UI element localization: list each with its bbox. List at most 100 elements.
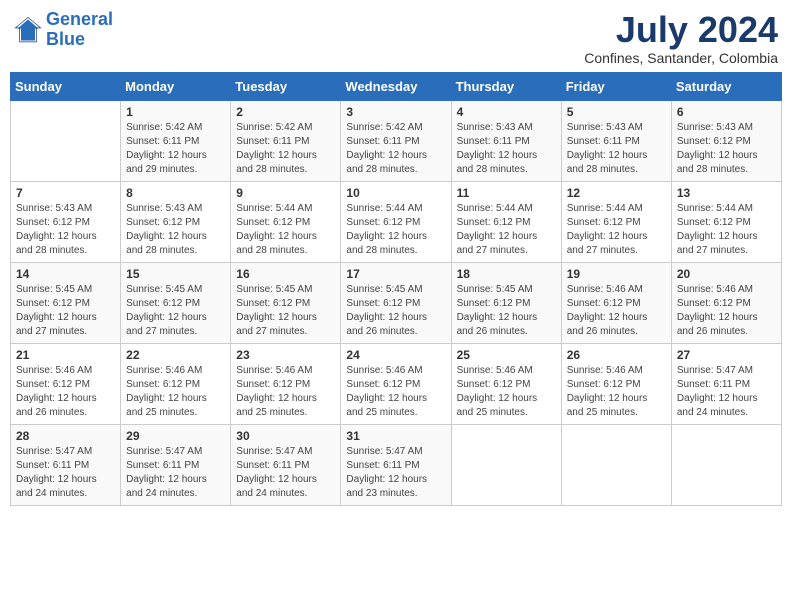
day-info: Sunrise: 5:44 AM Sunset: 6:12 PM Dayligh… — [457, 202, 556, 258]
day-number: 23 — [236, 348, 335, 362]
day-number: 9 — [236, 186, 335, 200]
calendar-cell: 4Sunrise: 5:43 AM Sunset: 6:11 PM Daylig… — [451, 100, 561, 181]
calendar-cell: 19 Sunrise: 5:46 AM Sunset: 6:12 PM Dayli… — [561, 262, 671, 343]
day-info: Sunrise: 5:46 AM Sunset: 6:12 PM Dayligh… — [567, 283, 666, 339]
calendar-cell: 28 Sunrise: 5:47 AM Sunset: 6:11 PM Dayli… — [11, 424, 121, 505]
day-number: 29 — [126, 429, 225, 443]
calendar-cell: 5 Sunrise: 5:43 AM Sunset: 6:11 PM Daylig… — [561, 100, 671, 181]
day-number: 31 — [346, 429, 445, 443]
logo-icon — [14, 16, 42, 44]
calendar-cell: 3 Sunrise: 5:42 AM Sunset: 6:11 PM Daylig… — [341, 100, 451, 181]
calendar-week-row: 28 Sunrise: 5:47 AM Sunset: 6:11 PM Dayli… — [11, 424, 782, 505]
calendar-cell: 9Sunrise: 5:44 AM Sunset: 6:12 PM Daylig… — [231, 181, 341, 262]
day-info: Sunrise: 5:45 AM Sunset: 6:12 PM Dayligh… — [16, 283, 115, 339]
day-info: Sunrise: 5:47 AM Sunset: 6:11 PM Dayligh… — [16, 445, 115, 501]
calendar-table: SundayMondayTuesdayWednesdayThursdayFrid… — [10, 72, 782, 506]
calendar-cell: 20Sunrise: 5:46 AM Sunset: 6:12 PM Dayli… — [671, 262, 781, 343]
calendar-cell: 10 Sunrise: 5:44 AM Sunset: 6:12 PM Dayli… — [341, 181, 451, 262]
day-info: Sunrise: 5:44 AM Sunset: 6:12 PM Dayligh… — [346, 202, 445, 258]
calendar-cell — [561, 424, 671, 505]
calendar-cell: 27 Sunrise: 5:47 AM Sunset: 6:11 PM Dayli… — [671, 343, 781, 424]
calendar-week-row: 1 Sunrise: 5:42 AM Sunset: 6:11 PM Daylig… — [11, 100, 782, 181]
calendar-cell: 8 Sunrise: 5:43 AM Sunset: 6:12 PM Daylig… — [121, 181, 231, 262]
calendar-cell: 24 Sunrise: 5:46 AM Sunset: 6:12 PM Dayli… — [341, 343, 451, 424]
day-info: Sunrise: 5:47 AM Sunset: 6:11 PM Dayligh… — [126, 445, 225, 501]
day-info: Sunrise: 5:42 AM Sunset: 6:11 PM Dayligh… — [346, 121, 445, 177]
day-number: 1 — [126, 105, 225, 119]
weekday-header-thursday: Thursday — [451, 72, 561, 100]
calendar-cell: 11 Sunrise: 5:44 AM Sunset: 6:12 PM Dayli… — [451, 181, 561, 262]
day-info: Sunrise: 5:43 AM Sunset: 6:11 PM Dayligh… — [567, 121, 666, 177]
calendar-cell — [11, 100, 121, 181]
calendar-cell: 7 Sunrise: 5:43 AM Sunset: 6:12 PM Daylig… — [11, 181, 121, 262]
calendar-week-row: 7 Sunrise: 5:43 AM Sunset: 6:12 PM Daylig… — [11, 181, 782, 262]
day-info: Sunrise: 5:47 AM Sunset: 6:11 PM Dayligh… — [677, 364, 776, 420]
calendar-cell: 12Sunrise: 5:44 AM Sunset: 6:12 PM Dayli… — [561, 181, 671, 262]
weekday-header-friday: Friday — [561, 72, 671, 100]
day-info: Sunrise: 5:43 AM Sunset: 6:12 PM Dayligh… — [677, 121, 776, 177]
calendar-cell: 15 Sunrise: 5:45 AM Sunset: 6:12 PM Dayli… — [121, 262, 231, 343]
day-number: 13 — [677, 186, 776, 200]
day-number: 25 — [457, 348, 556, 362]
calendar-cell: 18 Sunrise: 5:45 AM Sunset: 6:12 PM Dayli… — [451, 262, 561, 343]
calendar-cell: 14Sunrise: 5:45 AM Sunset: 6:12 PM Dayli… — [11, 262, 121, 343]
day-number: 22 — [126, 348, 225, 362]
calendar-cell: 13Sunrise: 5:44 AM Sunset: 6:12 PM Dayli… — [671, 181, 781, 262]
calendar-week-row: 21 Sunrise: 5:46 AM Sunset: 6:12 PM Dayli… — [11, 343, 782, 424]
day-number: 3 — [346, 105, 445, 119]
day-info: Sunrise: 5:46 AM Sunset: 6:12 PM Dayligh… — [126, 364, 225, 420]
day-number: 4 — [457, 105, 556, 119]
calendar-cell: 31 Sunrise: 5:47 AM Sunset: 6:11 PM Dayli… — [341, 424, 451, 505]
day-info: Sunrise: 5:45 AM Sunset: 6:12 PM Dayligh… — [236, 283, 335, 339]
calendar-cell — [671, 424, 781, 505]
day-number: 24 — [346, 348, 445, 362]
day-number: 20 — [677, 267, 776, 281]
day-number: 27 — [677, 348, 776, 362]
day-info: Sunrise: 5:42 AM Sunset: 6:11 PM Dayligh… — [236, 121, 335, 177]
day-number: 2 — [236, 105, 335, 119]
calendar-cell: 17Sunrise: 5:45 AM Sunset: 6:12 PM Dayli… — [341, 262, 451, 343]
calendar-cell: 6 Sunrise: 5:43 AM Sunset: 6:12 PM Daylig… — [671, 100, 781, 181]
calendar-cell: 21Sunrise: 5:46 AM Sunset: 6:12 PM Dayli… — [11, 343, 121, 424]
calendar-cell: 2 Sunrise: 5:42 AM Sunset: 6:11 PM Daylig… — [231, 100, 341, 181]
day-info: Sunrise: 5:46 AM Sunset: 6:12 PM Dayligh… — [457, 364, 556, 420]
day-info: Sunrise: 5:43 AM Sunset: 6:12 PM Dayligh… — [16, 202, 115, 258]
day-info: Sunrise: 5:47 AM Sunset: 6:11 PM Dayligh… — [346, 445, 445, 501]
day-number: 8 — [126, 186, 225, 200]
calendar-cell: 1 Sunrise: 5:42 AM Sunset: 6:11 PM Daylig… — [121, 100, 231, 181]
calendar-cell: 30Sunrise: 5:47 AM Sunset: 6:11 PM Dayli… — [231, 424, 341, 505]
day-number: 10 — [346, 186, 445, 200]
weekday-header-monday: Monday — [121, 72, 231, 100]
weekday-header-sunday: Sunday — [11, 72, 121, 100]
day-number: 11 — [457, 186, 556, 200]
weekday-header-wednesday: Wednesday — [341, 72, 451, 100]
day-info: Sunrise: 5:46 AM Sunset: 6:12 PM Dayligh… — [346, 364, 445, 420]
location: Confines, Santander, Colombia — [584, 50, 778, 66]
day-info: Sunrise: 5:42 AM Sunset: 6:11 PM Dayligh… — [126, 121, 225, 177]
calendar-cell: 23 Sunrise: 5:46 AM Sunset: 6:12 PM Dayli… — [231, 343, 341, 424]
day-number: 18 — [457, 267, 556, 281]
day-info: Sunrise: 5:45 AM Sunset: 6:12 PM Dayligh… — [346, 283, 445, 339]
day-number: 16 — [236, 267, 335, 281]
day-number: 7 — [16, 186, 115, 200]
day-number: 19 — [567, 267, 666, 281]
day-number: 5 — [567, 105, 666, 119]
day-info: Sunrise: 5:44 AM Sunset: 6:12 PM Dayligh… — [567, 202, 666, 258]
day-number: 28 — [16, 429, 115, 443]
day-info: Sunrise: 5:46 AM Sunset: 6:12 PM Dayligh… — [236, 364, 335, 420]
calendar-cell: 25 Sunrise: 5:46 AM Sunset: 6:12 PM Dayli… — [451, 343, 561, 424]
calendar-cell — [451, 424, 561, 505]
calendar-cell: 16 Sunrise: 5:45 AM Sunset: 6:12 PM Dayli… — [231, 262, 341, 343]
calendar-week-row: 14Sunrise: 5:45 AM Sunset: 6:12 PM Dayli… — [11, 262, 782, 343]
day-info: Sunrise: 5:46 AM Sunset: 6:12 PM Dayligh… — [567, 364, 666, 420]
weekday-header-row: SundayMondayTuesdayWednesdayThursdayFrid… — [11, 72, 782, 100]
day-info: Sunrise: 5:43 AM Sunset: 6:12 PM Dayligh… — [126, 202, 225, 258]
day-number: 26 — [567, 348, 666, 362]
day-number: 15 — [126, 267, 225, 281]
day-number: 21 — [16, 348, 115, 362]
day-info: Sunrise: 5:45 AM Sunset: 6:12 PM Dayligh… — [457, 283, 556, 339]
calendar-cell: 22 Sunrise: 5:46 AM Sunset: 6:12 PM Dayli… — [121, 343, 231, 424]
day-number: 6 — [677, 105, 776, 119]
calendar-cell: 29 Sunrise: 5:47 AM Sunset: 6:11 PM Dayli… — [121, 424, 231, 505]
day-info: Sunrise: 5:45 AM Sunset: 6:12 PM Dayligh… — [126, 283, 225, 339]
